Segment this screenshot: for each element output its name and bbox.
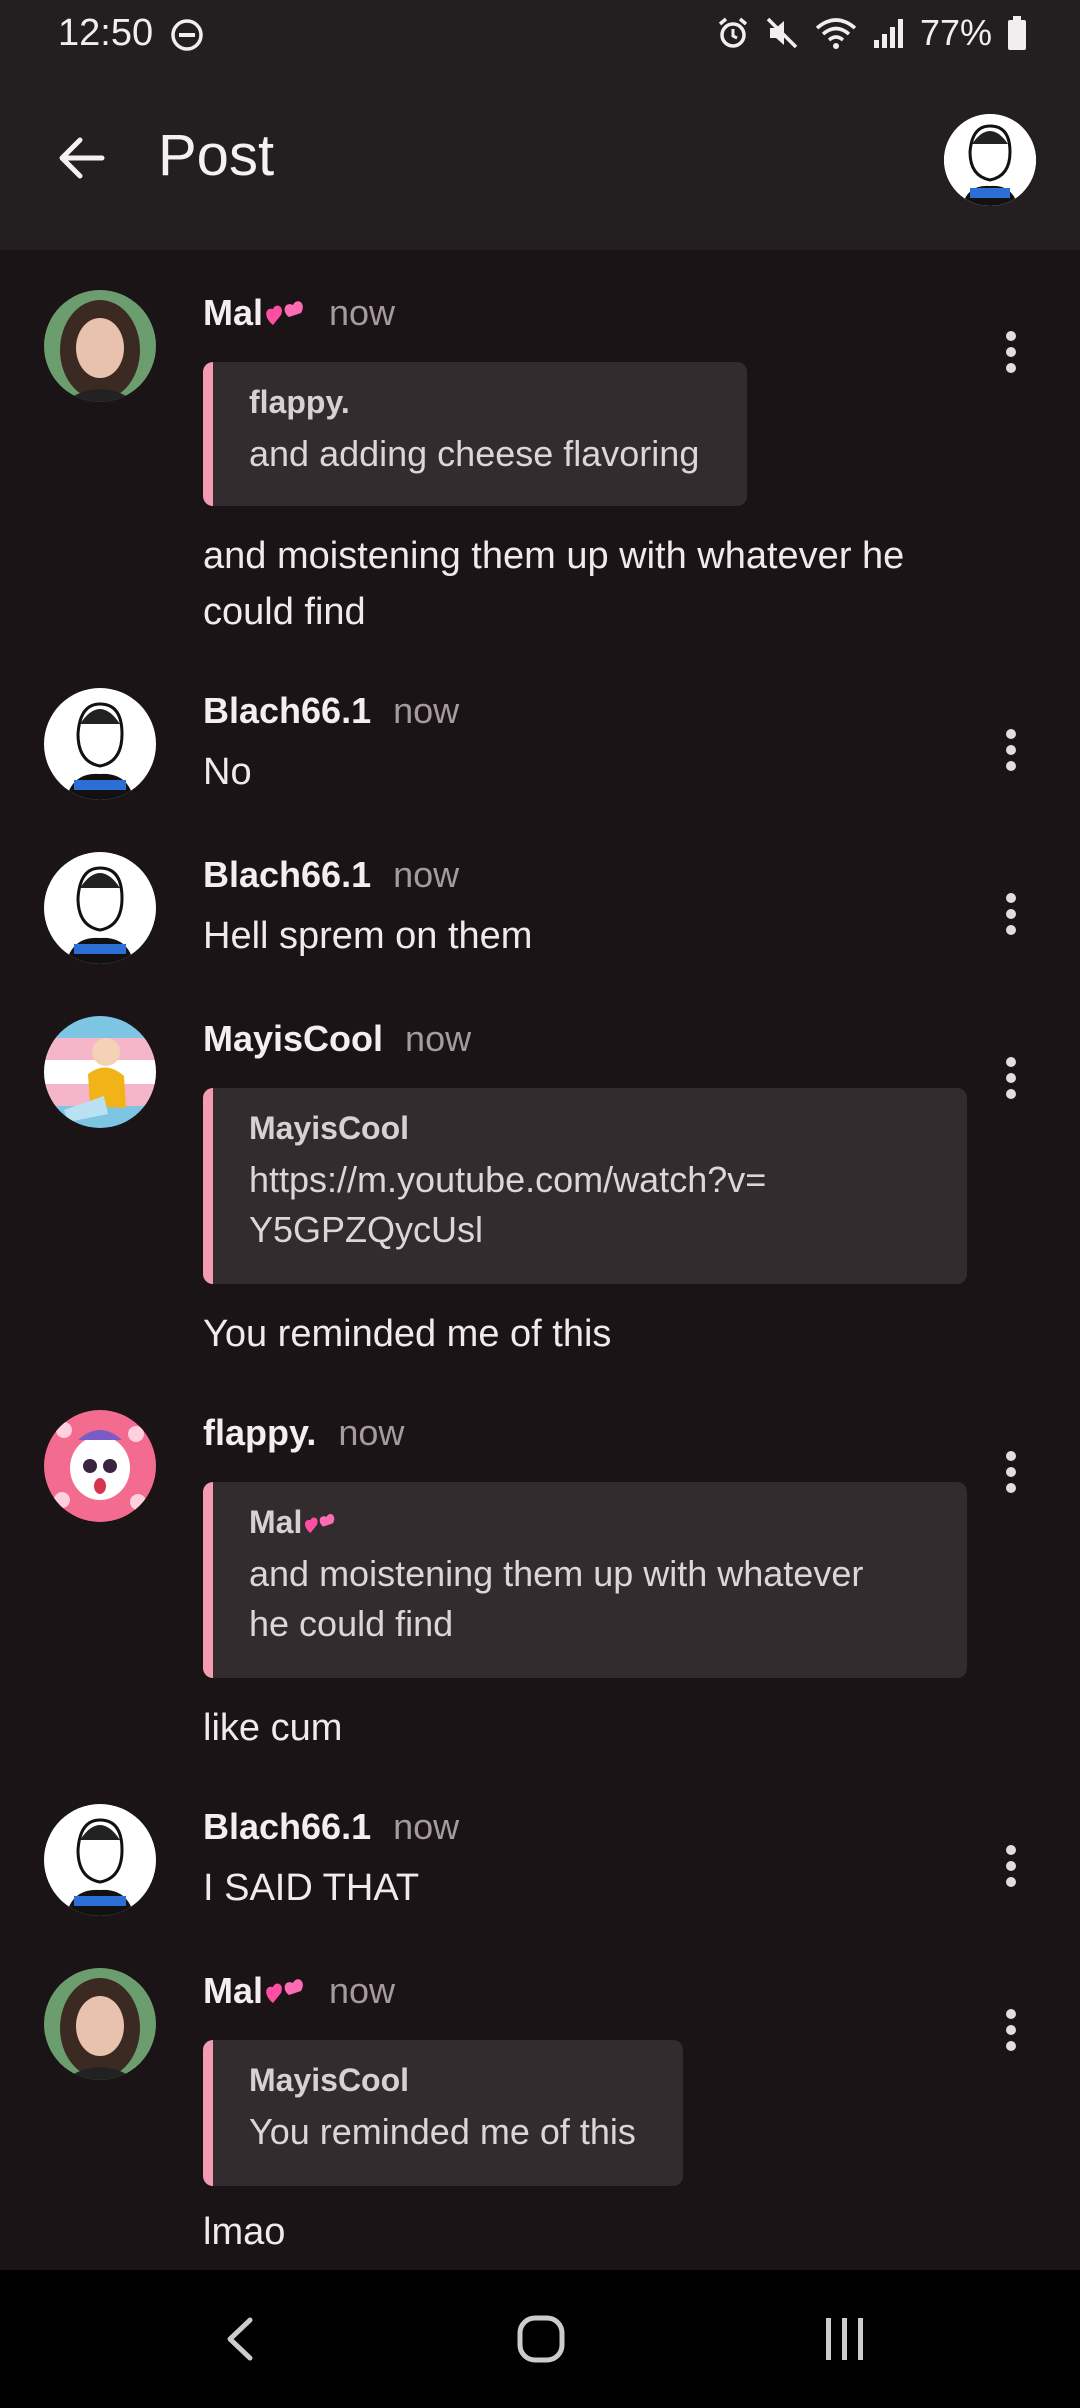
app-bar: Post xyxy=(0,70,1080,250)
dnd-icon xyxy=(171,19,203,51)
nav-home-icon[interactable] xyxy=(516,2314,566,2364)
avatar-flappy[interactable] xyxy=(44,1410,156,1522)
quoted-reply[interactable]: MayisCool You reminded me of this xyxy=(203,2040,683,2186)
page-title: Post xyxy=(158,123,275,188)
hearts-emoji-icon xyxy=(305,1513,335,1533)
author-name[interactable]: Mal xyxy=(203,1970,263,2011)
nav-recents-icon[interactable] xyxy=(820,2314,870,2364)
comment-text: Hell sprem on them xyxy=(203,915,533,957)
quoted-reply[interactable]: MayisCool https://m.youtube.com/watch?v=… xyxy=(203,1088,967,1284)
timestamp: now xyxy=(329,1970,396,2011)
more-vert-icon[interactable] xyxy=(999,2006,1023,2054)
more-vert-icon[interactable] xyxy=(999,890,1023,938)
timestamp: now xyxy=(393,690,460,731)
user-avatar[interactable] xyxy=(944,114,1036,206)
more-vert-icon[interactable] xyxy=(999,1448,1023,1496)
avatar-mal[interactable] xyxy=(44,290,156,402)
comment-text: I SAID THAT xyxy=(203,1867,420,1909)
quote-text: and moistening them up with whatever he … xyxy=(249,1553,864,1644)
battery-percent: 77% xyxy=(919,12,992,53)
quote-text: You reminded me of this xyxy=(249,2111,636,2152)
author-name[interactable]: Blach66.1 xyxy=(203,854,371,895)
avatar-mayiscool[interactable] xyxy=(44,1016,156,1128)
avatar-mal[interactable] xyxy=(44,1968,156,2080)
quoted-reply[interactable]: flappy. and adding cheese flavoring xyxy=(203,362,747,506)
back-arrow-icon[interactable] xyxy=(52,128,112,188)
comment-text: lmao xyxy=(203,2211,286,2253)
author-name[interactable]: MayisCool xyxy=(203,1018,383,1059)
more-vert-icon[interactable] xyxy=(999,1054,1023,1102)
comment-text: No xyxy=(203,751,252,793)
timestamp: now xyxy=(405,1018,472,1059)
comment-header: Mal now xyxy=(203,1970,395,2013)
author-name[interactable]: Blach66.1 xyxy=(203,690,371,731)
avatar-blach[interactable] xyxy=(44,688,156,800)
comment-header: Mal now xyxy=(203,292,395,335)
author-name[interactable]: Blach66.1 xyxy=(203,1806,371,1847)
more-vert-icon[interactable] xyxy=(999,726,1023,774)
hearts-emoji-icon xyxy=(266,301,303,326)
status-time: 12:50 xyxy=(58,12,154,54)
battery-icon xyxy=(1008,16,1026,50)
author-name[interactable]: flappy. xyxy=(203,1412,316,1453)
author-name[interactable]: Mal xyxy=(203,292,263,333)
avatar-blach[interactable] xyxy=(44,852,156,964)
status-bar: 12:50 77% xyxy=(0,0,1080,70)
quote-author: MayisCool xyxy=(249,1110,410,1146)
comment-header: MayisCool now xyxy=(203,1018,471,1060)
mute-icon xyxy=(766,17,798,49)
avatar-blach[interactable] xyxy=(44,1804,156,1916)
more-vert-icon[interactable] xyxy=(999,328,1023,376)
comment-header: Blach66.1 now xyxy=(203,1806,459,1848)
quote-author-row: Mal xyxy=(249,1504,935,1541)
comment-text: and moistening them up with whatever he … xyxy=(203,535,905,633)
signal-icon xyxy=(873,19,903,48)
comment-feed[interactable]: Mal now flappy. and adding cheese flavori… xyxy=(0,250,1080,2270)
quote-author: flappy. xyxy=(249,384,350,420)
timestamp: now xyxy=(329,292,396,333)
quoted-reply[interactable]: Mal and moistening them up with whatever… xyxy=(203,1482,967,1678)
quote-link[interactable]: https://m.youtube.com/watch?v=Y5GPZQycUs… xyxy=(249,1155,789,1255)
more-vert-icon[interactable] xyxy=(999,1842,1023,1890)
quote-text: and adding cheese flavoring xyxy=(249,433,700,474)
hearts-emoji-icon xyxy=(266,1979,303,2004)
comment-text: You reminded me of this xyxy=(203,1313,612,1355)
quote-author: MayisCool xyxy=(249,2062,410,2098)
comment-header: Blach66.1 now xyxy=(203,854,459,896)
comment-header: Blach66.1 now xyxy=(203,690,459,732)
alarm-icon xyxy=(718,17,748,48)
timestamp: now xyxy=(393,854,460,895)
comment-header: flappy. now xyxy=(203,1412,404,1454)
quote-author: Mal xyxy=(249,1504,303,1540)
comment-text: like cum xyxy=(203,1707,343,1749)
wifi-icon xyxy=(815,18,857,49)
timestamp: now xyxy=(338,1412,405,1453)
nav-back-icon[interactable] xyxy=(216,2314,266,2364)
timestamp: now xyxy=(393,1806,460,1847)
system-nav-bar xyxy=(0,2270,1080,2408)
